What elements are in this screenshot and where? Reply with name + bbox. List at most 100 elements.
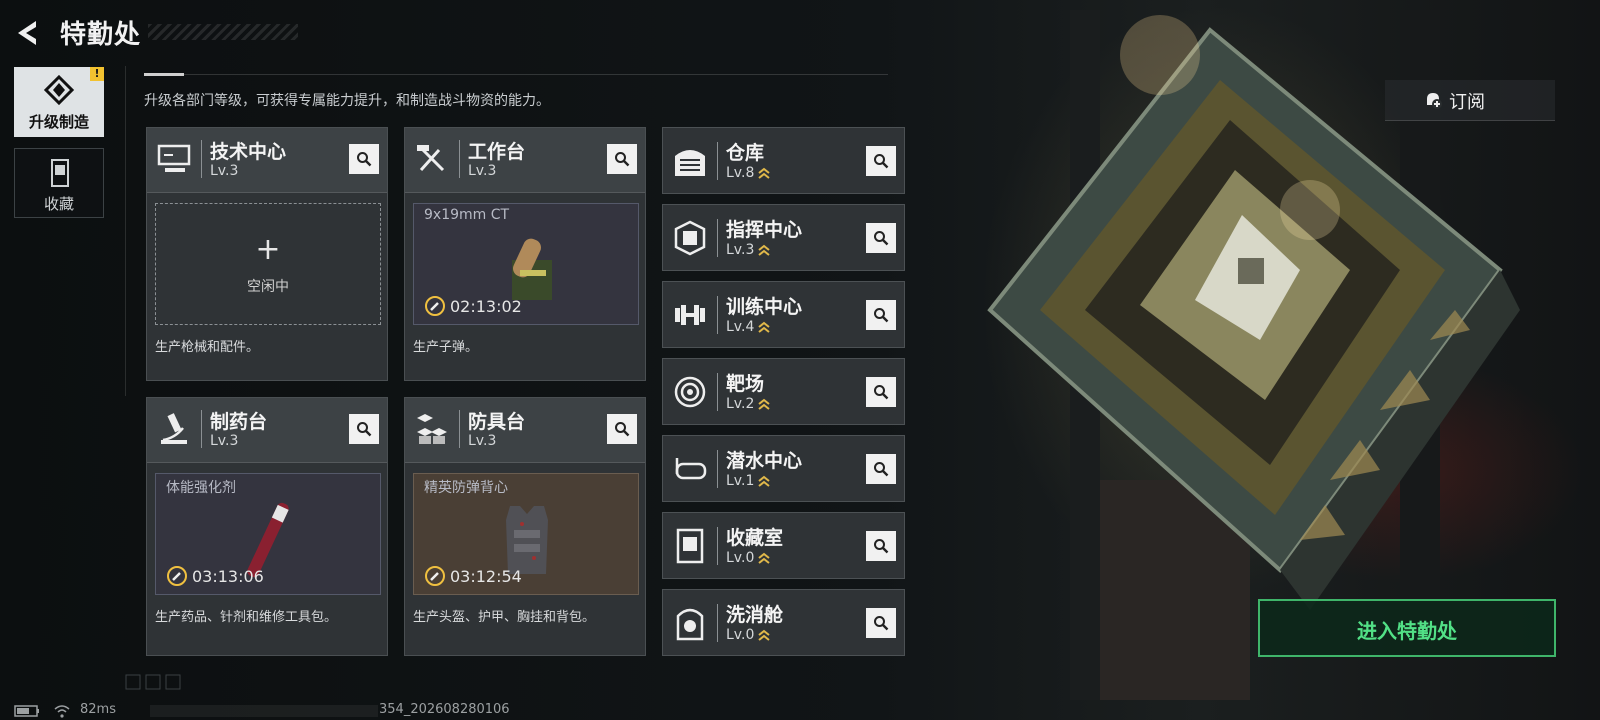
card-level: Lv.3: [210, 163, 239, 179]
armor-blocks-icon: [417, 414, 447, 444]
tools-icon: [417, 145, 445, 172]
search-icon: [357, 152, 372, 167]
wrench-timer-icon: [167, 566, 187, 586]
workshop-card-workbench: 工作台 Lv.3 9x19mm CT 02:13:02 生产子弹。: [404, 127, 646, 381]
inspect-button[interactable]: [607, 144, 637, 174]
card-level: Lv.3: [210, 433, 239, 449]
department-name: 潜水中心: [726, 450, 803, 472]
production-slot-active[interactable]: 精英防弹背心 03:12:54: [413, 473, 639, 595]
search-icon: [874, 616, 889, 631]
department-row-collection-room[interactable]: 收藏室 Lv.0: [662, 512, 905, 579]
department-level-wrap: Lv.0: [726, 627, 770, 643]
header: 特勤处: [0, 0, 900, 62]
department-level-wrap: Lv.8: [726, 165, 770, 181]
timer-text: 03:12:54: [450, 567, 522, 586]
tab-upgrade-craft-label: 升级制造: [28, 113, 89, 131]
production-slot-active[interactable]: 体能强化剂 03:13:06: [155, 473, 381, 595]
department-row-training-center[interactable]: 训练中心 Lv.4: [662, 281, 905, 348]
search-icon: [874, 462, 889, 477]
department-name: 靶场: [726, 373, 765, 395]
inspect-button[interactable]: [866, 146, 896, 176]
wrench-timer-icon: [425, 566, 445, 586]
timer-text: 03:13:06: [192, 567, 264, 586]
card-description: 生产头盔、护甲、胸挂和背包。: [413, 610, 596, 625]
search-icon: [874, 385, 889, 400]
department-row-diving-center[interactable]: 潜水中心 Lv.1: [662, 435, 905, 502]
back-arrow-icon[interactable]: [14, 18, 44, 48]
inspect-button[interactable]: [866, 377, 896, 407]
card-description: 生产子弹。: [413, 340, 479, 355]
wifi-icon: [54, 705, 70, 718]
card-header: 防具台 Lv.3: [405, 398, 645, 463]
card-level: Lv.3: [468, 163, 497, 179]
department-level: Lv.0: [726, 627, 755, 643]
ping-text: 82ms: [80, 702, 116, 717]
inspect-button[interactable]: [866, 531, 896, 561]
upgrade-arrow-icon: [758, 244, 770, 256]
inspect-button[interactable]: [349, 144, 379, 174]
enter-hideout-button[interactable]: 进入特勤处: [1258, 599, 1556, 657]
search-icon: [874, 154, 889, 169]
card-header: 工作台 Lv.3: [405, 128, 645, 193]
search-icon: [615, 422, 630, 437]
card-description: 生产枪械和配件。: [155, 340, 260, 355]
department-row-command-center[interactable]: 指挥中心 Lv.3: [662, 204, 905, 271]
card-separator: [201, 140, 202, 178]
title-decoration: [148, 24, 298, 40]
target-icon: [674, 376, 706, 408]
card-header: 制药台 Lv.3: [147, 398, 387, 463]
inspect-button[interactable]: [866, 300, 896, 330]
department-level: Lv.1: [726, 473, 755, 489]
upgrade-arrow-icon: [758, 398, 770, 410]
dumbbell-icon: [675, 305, 705, 325]
slot-status-label: 空闲中: [247, 279, 289, 295]
production-slot-idle[interactable]: + 空闲中: [155, 203, 381, 325]
alert-badge: !: [90, 67, 104, 81]
upgrade-arrow-icon: [758, 321, 770, 333]
battery-icon: [14, 705, 39, 717]
department-name: 洗消舱: [726, 604, 784, 626]
row-separator: [717, 219, 718, 257]
inspect-button[interactable]: [866, 454, 896, 484]
status-bar: 82ms 354_202608280106: [0, 702, 620, 720]
card-title: 制药台: [210, 411, 268, 433]
department-level-wrap: Lv.1: [726, 473, 770, 489]
add-icon: +: [255, 232, 281, 267]
timer-text: 02:13:02: [450, 297, 522, 316]
subscribe-button[interactable]: 订阅: [1385, 80, 1555, 121]
department-row-decontamination[interactable]: 洗消舱 Lv.0: [662, 589, 905, 656]
department-row-shooting-range[interactable]: 靶场 Lv.2: [662, 358, 905, 425]
card-separator: [459, 140, 460, 178]
tab-collection[interactable]: 收藏: [14, 148, 104, 218]
inspect-button[interactable]: [866, 223, 896, 253]
upgrade-arrow-icon: [758, 167, 770, 179]
row-separator: [717, 142, 718, 180]
card-title: 防具台: [468, 411, 526, 433]
search-icon: [357, 422, 372, 437]
department-level: Lv.3: [726, 242, 755, 258]
department-level: Lv.4: [726, 319, 755, 335]
card-title: 工作台: [468, 141, 526, 163]
department-name: 指挥中心: [726, 219, 803, 241]
workshop-card-pharmacy: 制药台 Lv.3 体能强化剂 03:13:06 生产药品、针剂和维修工具包。: [146, 397, 388, 656]
row-separator: [717, 604, 718, 642]
card-header: 技术中心 Lv.3: [147, 128, 387, 193]
upgrade-craft-icon: [43, 75, 75, 106]
collection-icon: [51, 159, 69, 187]
page-title: 特勤处: [60, 20, 142, 50]
slot-item-name: 9x19mm CT: [424, 207, 510, 223]
inspect-button[interactable]: [866, 608, 896, 638]
department-row-warehouse[interactable]: 仓库 Lv.8: [662, 127, 905, 194]
production-slot-active[interactable]: 9x19mm CT 02:13:02: [413, 203, 639, 325]
card-title: 技术中心: [210, 141, 287, 163]
inspect-button[interactable]: [349, 414, 379, 444]
inspect-button[interactable]: [607, 414, 637, 444]
diving-mask-icon: [675, 458, 707, 480]
warehouse-icon: [675, 150, 705, 176]
tab-collection-label: 收藏: [43, 195, 74, 213]
tab-upgrade-craft[interactable]: ! 升级制造: [14, 67, 104, 137]
department-level: Lv.0: [726, 550, 755, 566]
department-level-wrap: Lv.3: [726, 242, 770, 258]
department-name: 收藏室: [726, 527, 784, 549]
subscribe-label: 订阅: [1449, 92, 1485, 113]
